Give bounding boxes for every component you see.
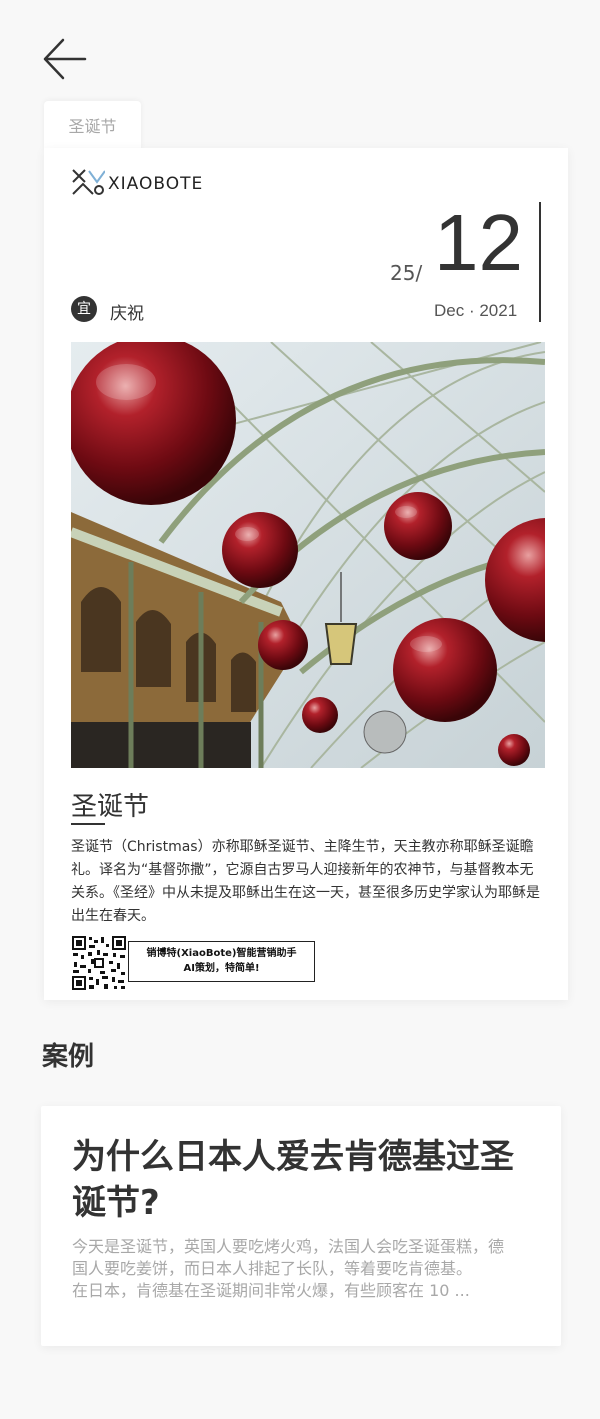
poster-title: 圣诞节 xyxy=(71,792,150,822)
date-divider xyxy=(539,202,541,322)
title-underline xyxy=(71,823,105,825)
arrow-left-icon xyxy=(43,38,87,80)
yi-activity: 庆祝 xyxy=(110,304,144,324)
qr-code-icon xyxy=(71,935,127,991)
case-title: 为什么日本人爱去肯德基过圣诞节? xyxy=(72,1137,514,1223)
date-month-year: Dec · 2021 xyxy=(434,301,518,320)
poster-tab[interactable]: 圣诞节 xyxy=(44,101,141,151)
case-excerpt: 今天是圣诞节，英国人要吃烤火鸡，法国人会吃圣诞蛋糕，德国人要吃姜饼，而日本人排起… xyxy=(72,1236,517,1302)
promo-line-1: 销博特(XiaoBote)智能营销助手 xyxy=(146,948,297,959)
poster-description: 圣诞节（Christmas）亦称耶稣圣诞节、主降生节，天主教亦称耶稣圣诞瞻礼。译… xyxy=(71,839,540,924)
case-excerpt-line-2: 在日本，肯德基在圣诞期间非常火爆，有些顾客在 10 ... xyxy=(72,1281,470,1300)
date-day: 25/ xyxy=(390,261,423,285)
case-card[interactable]: 为什么日本人爱去肯德基过圣诞节? 今天是圣诞节，英国人要吃烤火鸡，法国人会吃圣诞… xyxy=(41,1106,561,1346)
yi-badge: 宜 xyxy=(71,296,97,322)
section-title-cases: 案例 xyxy=(42,1042,95,1072)
back-button[interactable] xyxy=(40,38,90,82)
brand-name: XIAOBOTE xyxy=(108,174,204,194)
christmas-market-photo xyxy=(71,342,545,768)
case-excerpt-line-1: 今天是圣诞节，英国人要吃烤火鸡，法国人会吃圣诞蛋糕，德国人要吃姜饼，而日本人排起… xyxy=(72,1237,505,1278)
xiaobote-logo-icon xyxy=(72,169,105,195)
poster-card: XIAOBOTE 25/ 12 Dec · 2021 宜 庆祝 圣诞节 圣诞节（… xyxy=(44,148,568,1000)
brand-logo: XIAOBOTE xyxy=(71,168,203,196)
date-month-number: 12 xyxy=(434,198,523,287)
promo-box: 销博特(XiaoBote)智能营销助手 AI策划，特简单! xyxy=(128,941,315,982)
promo-line-2: AI策划，特简单! xyxy=(183,963,260,974)
